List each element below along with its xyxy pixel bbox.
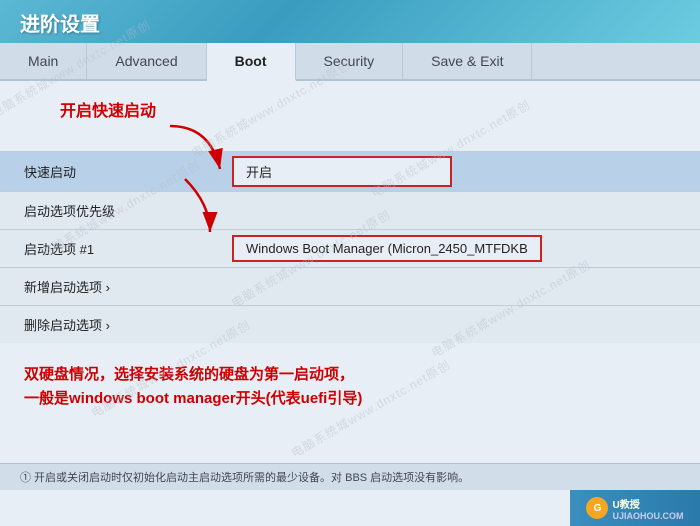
row3-container: 启动选项 #1 Windows Boot Manager (Micron_245… xyxy=(0,229,700,267)
logo-text-group: U教授 UJIAOHOU.COM xyxy=(612,496,683,521)
row-boot-option1[interactable]: 启动选项 #1 Windows Boot Manager (Micron_245… xyxy=(0,229,700,267)
title-bar: 进阶设置 xyxy=(0,0,700,43)
value-boot-priority xyxy=(220,207,700,215)
row-fast-boot[interactable]: 快速启动 开启 xyxy=(0,151,700,191)
tab-save-exit[interactable]: Save & Exit xyxy=(403,43,532,79)
nav-tabs: Main Advanced Boot Security Save & Exit xyxy=(0,43,700,81)
tab-security[interactable]: Security xyxy=(296,43,404,79)
annotation2-line1: 双硬盘情况，选择安装系统的硬盘为第一启动项， xyxy=(24,363,676,387)
value-boot-option1: Windows Boot Manager (Micron_2450_MTFDKB xyxy=(220,231,700,266)
settings-list: 快速启动 开启 启动选项优先级 xyxy=(0,151,700,343)
arrow1-svg xyxy=(150,121,240,181)
tab-boot[interactable]: Boot xyxy=(207,43,296,81)
logo-badge: G U教授 UJIAOHOU.COM xyxy=(570,490,700,526)
annotation1-text: 开启快速启动 xyxy=(60,103,156,120)
label-delete-boot: 删除启动选项 › xyxy=(0,307,220,342)
tab-advanced[interactable]: Advanced xyxy=(87,43,206,79)
value-box-fast-boot: 开启 xyxy=(232,156,452,187)
bottom-annotation: 双硬盘情况，选择安装系统的硬盘为第一启动项， 一般是windows boot m… xyxy=(0,353,700,415)
arrow2-svg xyxy=(155,174,235,244)
value-add-boot xyxy=(220,283,700,291)
row-delete-boot[interactable]: 删除启动选项 › xyxy=(0,305,700,343)
content-area: 开启快速启动 快速启动 开启 启动选项优 xyxy=(0,81,700,415)
footer-text: ① 开启或关闭启动时仅初始化启动主启动选项所需的最少设备。对 BBS 启动选项没… xyxy=(20,472,469,484)
row-add-boot[interactable]: 新增启动选项 › xyxy=(0,267,700,305)
value-delete-boot xyxy=(220,321,700,329)
bios-window: 电脑系统城www.dnxtc.net原创 电脑系统城www.dnxtc.net原… xyxy=(0,0,700,526)
annotation1-area: 开启快速启动 xyxy=(0,93,700,127)
label-add-boot: 新增启动选项 › xyxy=(0,269,220,304)
annotation2-line2: 一般是windows boot manager开头(代表uefi引导) xyxy=(24,387,676,411)
page-title: 进阶设置 xyxy=(20,8,100,37)
value-fast-boot: 开启 xyxy=(220,152,700,191)
logo-url: UJIAOHOU.COM xyxy=(612,511,683,521)
logo-icon: G xyxy=(586,497,608,519)
footer-info: ① 开启或关闭启动时仅初始化启动主启动选项所需的最少设备。对 BBS 启动选项没… xyxy=(0,463,700,490)
value-box-boot-option1: Windows Boot Manager (Micron_2450_MTFDKB xyxy=(232,235,542,262)
row-boot-priority[interactable]: 启动选项优先级 xyxy=(0,191,700,229)
logo-label1: U教授 xyxy=(612,496,639,511)
tab-main[interactable]: Main xyxy=(0,43,87,79)
